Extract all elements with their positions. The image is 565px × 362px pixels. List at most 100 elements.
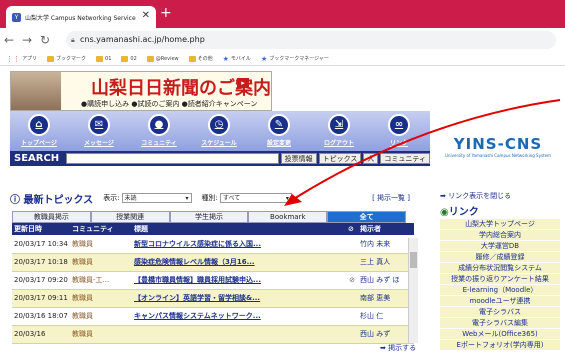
table-row[interactable]: 20/03/17 10:34 教職員 新型コロナウイルス感染症に係る入国... 竹内 … xyxy=(12,235,414,254)
bookmark-item[interactable]: 02 xyxy=(121,55,137,62)
menu-community[interactable]: ● コミュニティ xyxy=(134,114,184,147)
chevron-down-icon: ▾ xyxy=(285,195,289,202)
star-icon: ★ xyxy=(222,54,229,63)
folder-icon xyxy=(121,55,129,62)
table-row[interactable]: 20/03/16 教職員 西山 みず xyxy=(12,325,414,344)
link-item[interactable]: Eポートフォリオ(学内専用) xyxy=(440,340,560,350)
bookmark-item[interactable]: ★ ブックマークマネージャー xyxy=(261,55,329,63)
url-field[interactable]: 🔒︎ cns.yamanashi.ac.jp/home.php xyxy=(66,31,556,49)
table-scrollbar[interactable] xyxy=(408,238,418,343)
link-item[interactable]: 成績分布状況閲覧システム xyxy=(440,263,560,273)
link-item[interactable]: Webメール(Office365) xyxy=(440,329,560,339)
folder-icon xyxy=(188,55,196,62)
link-item[interactable]: 授業の振り返りアンケート結果 xyxy=(440,274,560,284)
search-vote-button[interactable]: 投票情報 xyxy=(280,153,317,164)
posting-list-link[interactable]: [ 掲示一覧 ] xyxy=(372,193,410,203)
tab-student[interactable]: 学生掲示 xyxy=(169,211,249,223)
col-community[interactable]: コミュニティ xyxy=(70,223,132,235)
bookmark-apps[interactable]: ⋮⋮ アプリ xyxy=(6,55,37,63)
topic-link[interactable]: 【オンライン】英語学習・留学相談&... xyxy=(132,289,346,308)
col-poster[interactable]: 掲示者 xyxy=(358,223,414,235)
newspaper-banner[interactable]: 山梨日日新聞のご案内 ●購読申し込み ●試読のご案内 ●読者紹介キャンペーン ▸ xyxy=(10,71,272,111)
topic-link[interactable] xyxy=(132,325,346,344)
link-item[interactable]: 山梨大学トップページ xyxy=(440,219,560,229)
link-item[interactable]: moodleユーザ連携 xyxy=(440,296,560,306)
topic-link[interactable]: 新型コロナウイルス感染症に係る入国... xyxy=(132,235,346,254)
logout-icon: ⇲ xyxy=(328,114,350,136)
arrow-badge-icon: ▸ xyxy=(237,78,249,88)
topic-tabs: 教職員掲示 授業関連 学生掲示 Bookmark 全て xyxy=(12,211,406,223)
type-select[interactable]: すべて ▾ xyxy=(219,193,292,203)
link-item[interactable]: 履修／成績登録 xyxy=(440,252,560,262)
page-content: 山梨日日新聞のご案内 ●購読申し込み ●試読のご案内 ●読者紹介キャンペーン ▸… xyxy=(0,67,565,362)
yins-favicon: Y xyxy=(12,12,21,22)
col-title[interactable]: 標題 xyxy=(132,223,346,235)
table-row[interactable]: 20/03/17 09:11 教職員 【オンライン】英語学習・留学相談&... 南部 … xyxy=(12,289,414,308)
menu-logout[interactable]: ⇲ ログアウト xyxy=(314,114,364,147)
search-people-button[interactable]: 人 xyxy=(363,153,379,164)
topic-link[interactable]: 【豊橋市職員情報】職員採用試験申込... xyxy=(132,271,346,290)
menu-link[interactable]: ∞ リンク xyxy=(374,114,424,147)
table-row[interactable]: 20/03/17 09:20 教職員-工... 【豊橋市職員情報】職員採用試験申込.… xyxy=(12,271,414,290)
tab-bookmark[interactable]: Bookmark xyxy=(248,211,328,223)
star-icon: ★ xyxy=(260,54,268,63)
link-item[interactable]: 学内総合案内 xyxy=(440,230,560,240)
col-date[interactable]: 更新日時 xyxy=(12,223,70,235)
new-tab-icon[interactable]: + xyxy=(160,6,172,20)
bookmarks-bar: ⋮⋮ アプリ ブックマーク 01 02 @Review その他 ★ モバイル ★ ブッ… xyxy=(0,52,565,66)
link-item[interactable]: 電子シラバス xyxy=(440,307,560,317)
settings-icon: ✎ xyxy=(268,114,290,136)
attachment-icon: ⊘ xyxy=(346,271,358,290)
search-bar: SEARCH 投票情報 トピックス 人 コミュニティ xyxy=(10,151,430,166)
back-icon[interactable]: ← xyxy=(0,33,18,47)
table-row[interactable]: 20/03/16 18:07 教職員 キャンパス情報システムネットワーク... 杉山 … xyxy=(12,307,414,326)
topic-link[interactable]: 感染症危険情報レベル情報（3月16... xyxy=(132,253,346,272)
search-topics-button[interactable]: トピックス xyxy=(318,153,362,164)
display-label: 表示: xyxy=(103,194,120,202)
community-icon: ● xyxy=(148,114,170,136)
table-row[interactable]: 20/03/17 10:18 教職員 感染症危険情報レベル情報（3月16... 三上 … xyxy=(12,253,414,272)
folder-icon xyxy=(47,55,55,62)
banner-subtitle: ●購読申し込み ●試読のご案内 ●読者紹介キャンペーン xyxy=(81,100,258,108)
reload-icon[interactable]: ↻ xyxy=(36,33,54,47)
url-text: cns.yamanashi.ac.jp/home.php xyxy=(80,35,205,44)
tab-staff[interactable]: 教職員掲示 xyxy=(12,211,91,223)
menu-top[interactable]: ⌂ トップページ xyxy=(14,114,64,147)
type-label: 種別: xyxy=(201,194,218,202)
close-tab-icon[interactable]: ✕ xyxy=(142,10,150,21)
bookmark-item[interactable]: 01 xyxy=(96,55,111,62)
col-clip: ⊘ xyxy=(346,223,358,235)
search-input[interactable] xyxy=(66,153,279,164)
bookmark-item[interactable]: ブックマーク xyxy=(47,55,86,62)
links-list: 山梨大学トップページ 学内総合案内 大学運営DB 履修／成績登録 成績分布状況閲… xyxy=(440,219,560,351)
link-item[interactable]: 大学運営DB xyxy=(440,241,560,251)
clock-icon: ◷ xyxy=(208,114,230,136)
links-title: ◉リンク xyxy=(440,207,479,218)
browser-tab[interactable]: Y 山梨大学 Campus Networking Service ✕ xyxy=(6,6,156,28)
menu-settings[interactable]: ✎ 設定変更 xyxy=(254,114,304,147)
browser-tab-bar: Y 山梨大学 Campus Networking Service ✕ + xyxy=(0,0,565,28)
folder-icon xyxy=(96,55,104,62)
scrollbar-thumb[interactable] xyxy=(410,252,417,268)
post-link[interactable]: ➡ 掲示する xyxy=(380,343,416,353)
bookmark-item[interactable]: ★ モバイル xyxy=(223,55,251,63)
main-menu: ⌂ トップページ ✉ メッセージ ● コミュニティ ◷ スケジュール ✎ 設定変更 ⇲ ログ… xyxy=(10,111,430,151)
link-item[interactable]: E-learning（Moodle） xyxy=(440,285,560,295)
topic-link[interactable]: キャンパス情報システムネットワーク... xyxy=(132,307,346,326)
link-icon: ∞ xyxy=(388,114,410,136)
yins-cns-logo: YINS-CNS University of Yamanashi Campus … xyxy=(445,134,551,158)
bookmark-item[interactable]: その他 xyxy=(188,55,213,62)
tab-class[interactable]: 授業関連 xyxy=(90,211,170,223)
bookmark-item[interactable]: @Review xyxy=(146,55,179,62)
display-select[interactable]: 未読 ▾ xyxy=(121,193,192,203)
tab-all[interactable]: 全て xyxy=(327,211,406,223)
forward-icon[interactable]: → xyxy=(18,33,36,47)
folder-icon xyxy=(146,55,154,62)
menu-schedule[interactable]: ◷ スケジュール xyxy=(194,114,244,147)
tab-title: 山梨大学 Campus Networking Service xyxy=(25,14,136,22)
chevron-down-icon: ▾ xyxy=(185,195,189,202)
search-community-button[interactable]: コミュニティ xyxy=(380,153,430,164)
menu-message[interactable]: ✉ メッセージ xyxy=(74,114,124,147)
link-item[interactable]: 電子シラバス編集 xyxy=(440,318,560,328)
close-links-link[interactable]: ➡ リンク表示を閉じる xyxy=(440,191,511,201)
